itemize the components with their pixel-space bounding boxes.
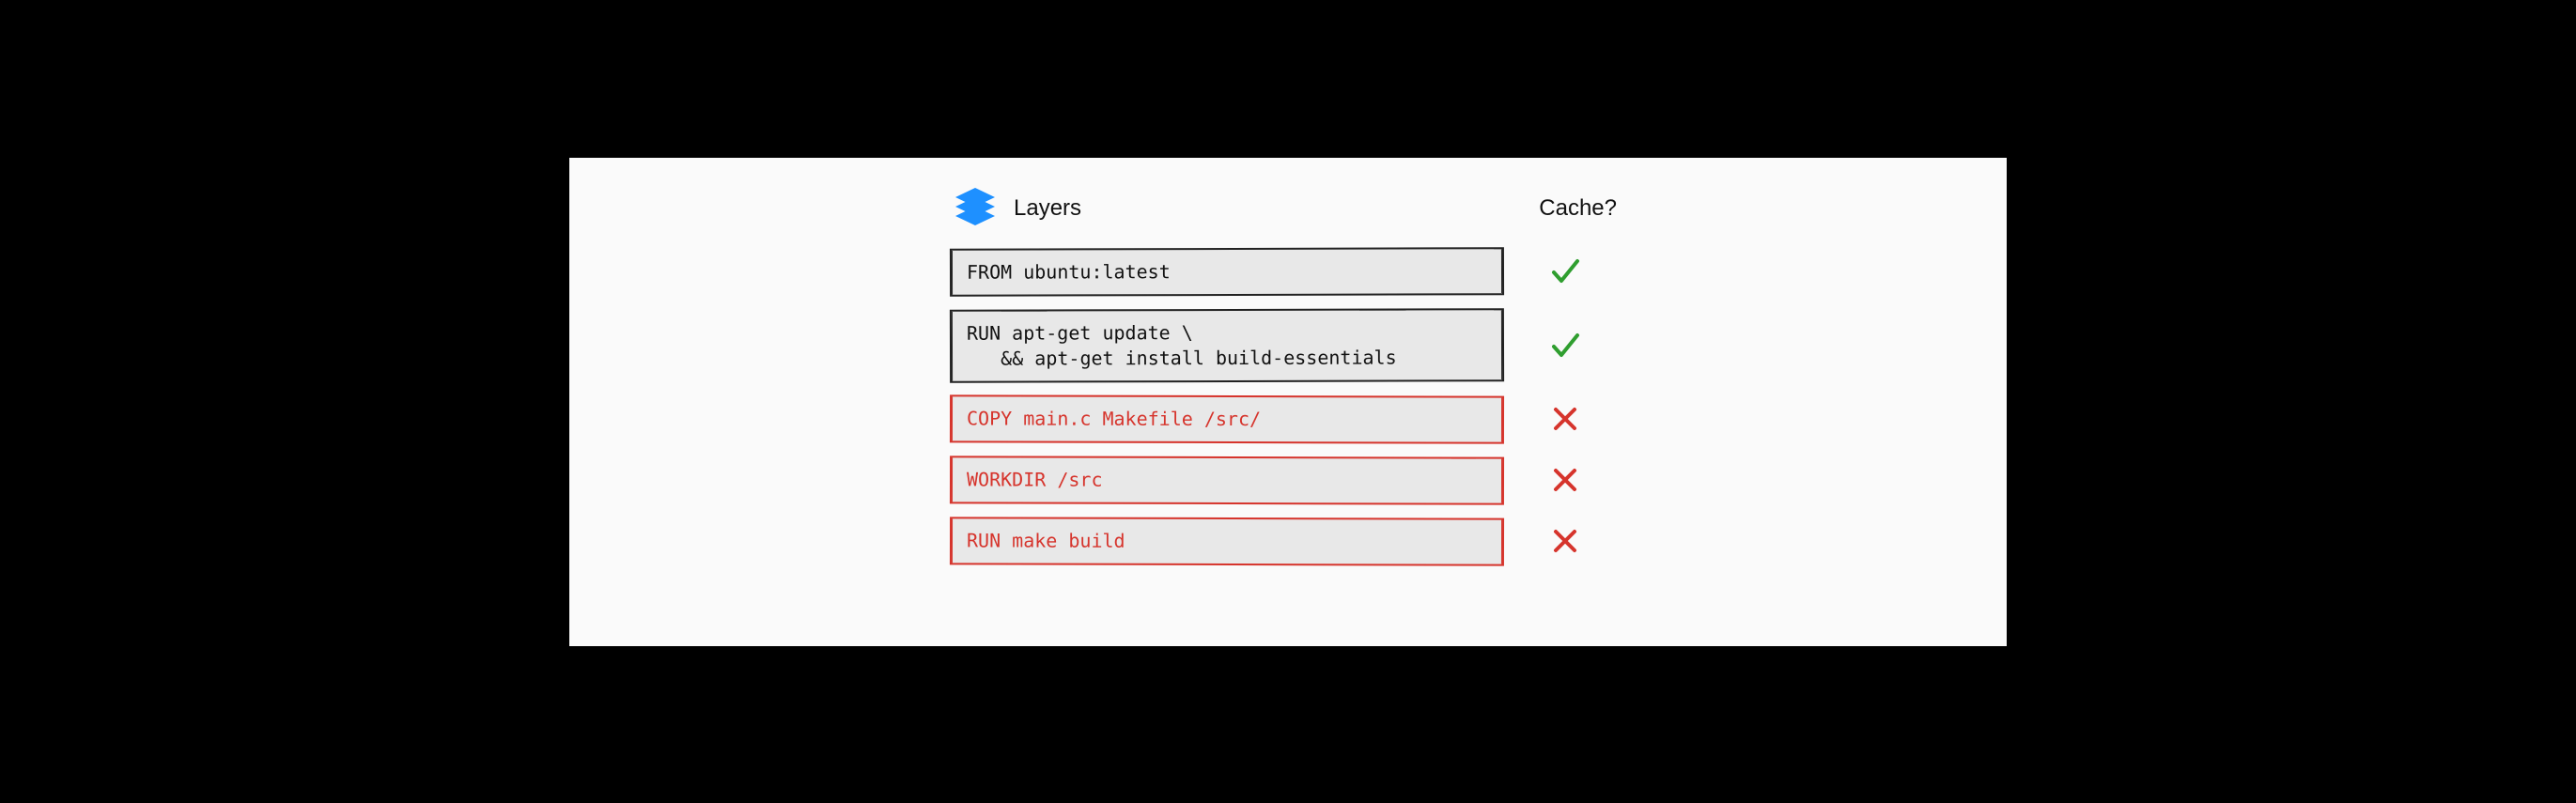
cross-icon <box>1551 527 1579 555</box>
layer-box: COPY main.c Makefile /src/ <box>950 394 1504 443</box>
cross-icon <box>1551 466 1579 494</box>
cache-status <box>1542 255 1589 287</box>
cross-icon <box>1551 405 1579 433</box>
layer-text: RUN make build <box>967 529 1125 551</box>
layer-text: WORKDIR /src <box>967 468 1103 490</box>
check-icon <box>1549 255 1581 287</box>
cache-status <box>1542 527 1589 555</box>
diagram-panel: Layers Cache? FROM ubuntu:latest RUN apt… <box>569 158 2007 646</box>
layer-box: RUN apt-get update \ && apt-get install … <box>950 308 1504 383</box>
layer-text: COPY main.c Makefile /src/ <box>967 407 1261 430</box>
cache-column-title: Cache? <box>1539 195 1626 222</box>
cache-status <box>1542 466 1589 494</box>
layer-text: FROM ubuntu:latest <box>967 260 1171 284</box>
layer-box: WORKDIR /src <box>950 456 1504 504</box>
layer-row: FROM ubuntu:latest <box>950 248 1626 296</box>
cache-status <box>1542 330 1589 362</box>
layer-row: WORKDIR /src <box>950 456 1626 504</box>
frame: Layers Cache? FROM ubuntu:latest RUN apt… <box>0 0 2576 803</box>
layers-header: Layers <box>950 186 1081 231</box>
layer-box: FROM ubuntu:latest <box>950 247 1504 297</box>
header-row: Layers Cache? <box>950 186 1626 231</box>
check-icon <box>1549 330 1581 362</box>
layer-row: COPY main.c Makefile /src/ <box>950 395 1626 443</box>
layer-row: RUN apt-get update \ && apt-get install … <box>950 309 1626 382</box>
layer-rows: FROM ubuntu:latest RUN apt-get update \ … <box>950 248 1626 565</box>
layers-icon <box>950 186 1001 231</box>
layer-box: RUN make build <box>950 517 1504 565</box>
cache-status <box>1542 405 1589 433</box>
layer-text: RUN apt-get update \ && apt-get install … <box>967 321 1397 370</box>
layers-title: Layers <box>1014 195 1081 222</box>
layer-row: RUN make build <box>950 517 1626 565</box>
